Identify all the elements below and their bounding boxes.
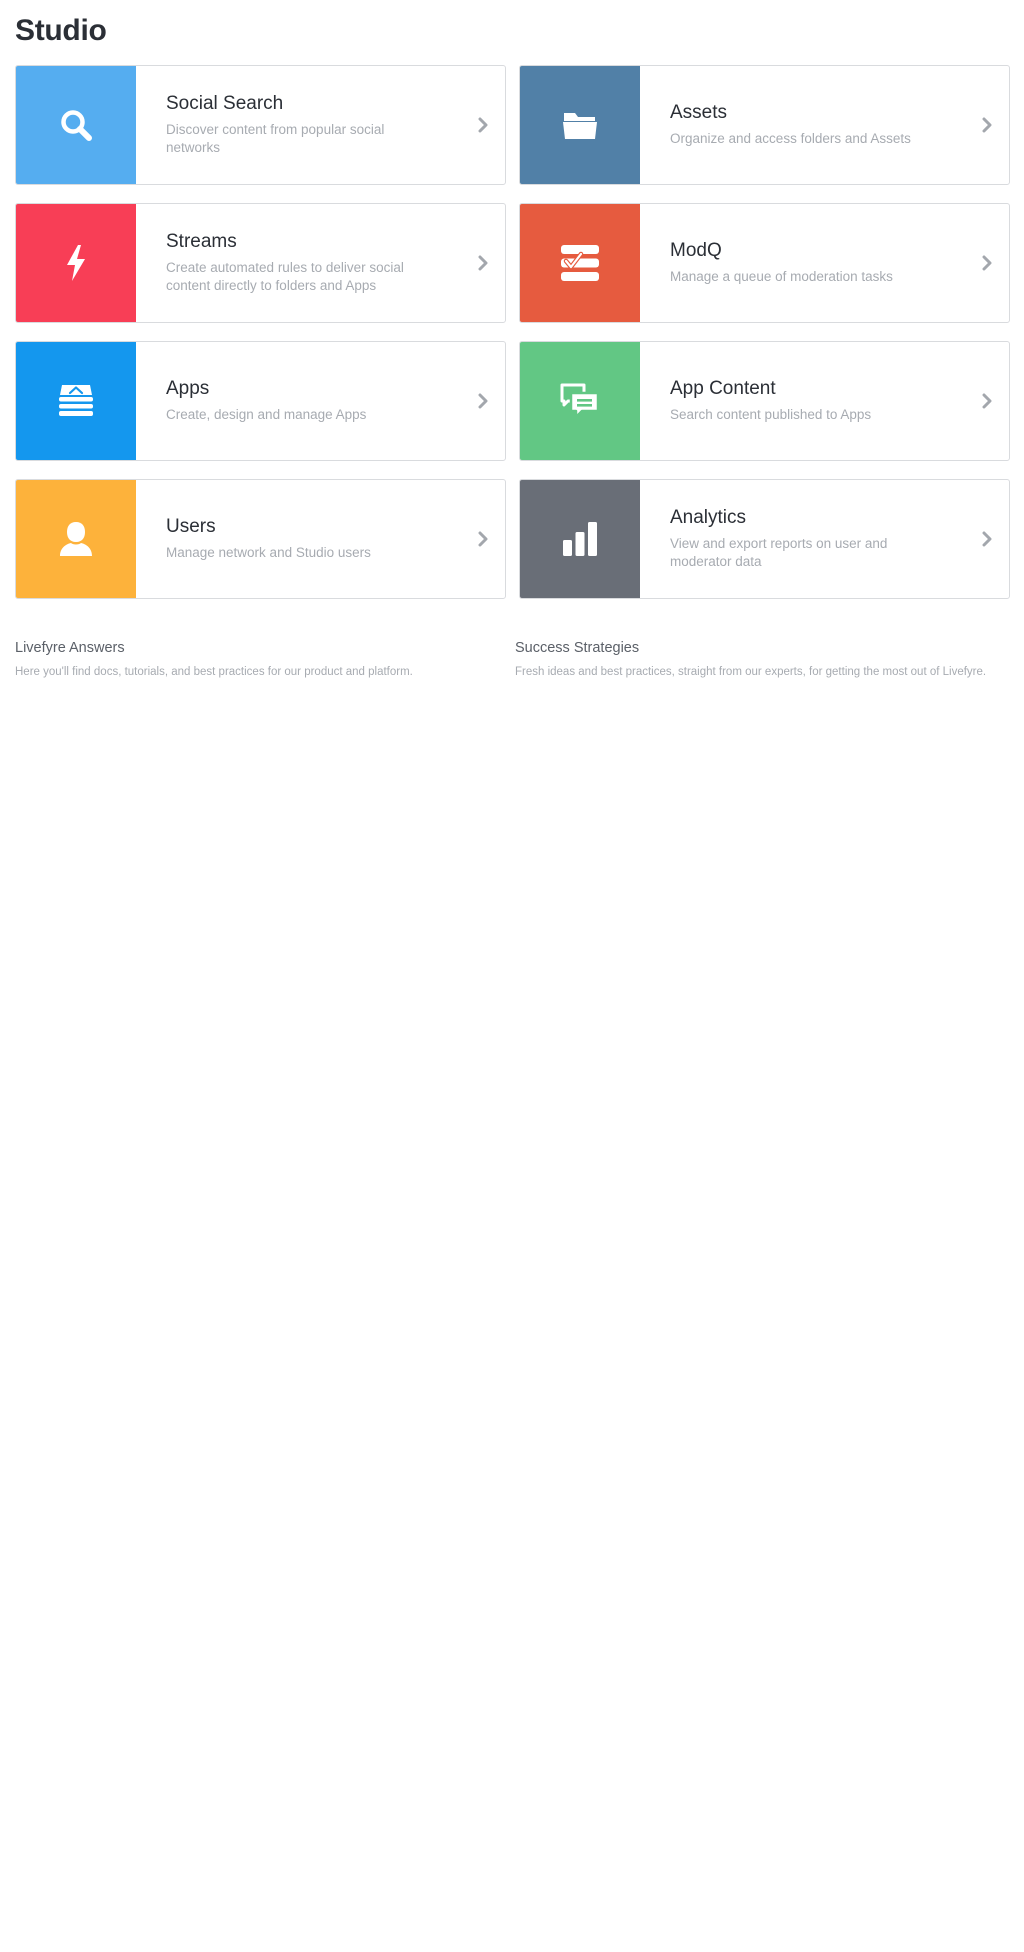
card-body: Users Manage network and Studio users: [136, 480, 461, 598]
card-description: Create, design and manage Apps: [166, 407, 367, 422]
card-icon-tile: [16, 480, 136, 598]
resource-description: Here you'll find docs, tutorials, and be…: [15, 666, 413, 678]
card-body: Assets Organize and access folders and A…: [640, 66, 965, 184]
chevron-right-icon: [461, 480, 505, 598]
card-social-search[interactable]: Social Search Discover content from popu…: [15, 65, 506, 185]
resource-description: Fresh ideas and best practices, straight…: [515, 666, 987, 678]
card-users[interactable]: Users Manage network and Studio users: [15, 479, 506, 599]
card-body: App Content Search content published to …: [640, 342, 965, 460]
card-description: Discover content from popular social net…: [166, 122, 385, 155]
app-stack-icon: [59, 385, 93, 416]
card-icon-tile: [520, 66, 640, 184]
card-description: Manage a queue of moderation tasks: [670, 269, 893, 284]
card-icon-tile: [16, 66, 136, 184]
card-icon-tile: [16, 342, 136, 460]
card-title: Apps: [166, 378, 210, 399]
bar-chart-icon: [563, 522, 597, 556]
card-description: Create automated rules to deliver social…: [166, 260, 404, 293]
chat-bubbles-icon: [560, 383, 600, 419]
resource-title: Livefyre Answers: [15, 640, 125, 656]
card-body: Analytics View and export reports on use…: [640, 480, 965, 598]
resource-title: Success Strategies: [515, 640, 640, 656]
resources-section: Livefyre Answers Here you'll find docs, …: [15, 640, 1010, 681]
card-body: Apps Create, design and manage Apps: [136, 342, 461, 460]
card-assets[interactable]: Assets Organize and access folders and A…: [519, 65, 1010, 185]
checklist-icon: [561, 245, 599, 281]
card-body: Streams Create automated rules to delive…: [136, 204, 461, 322]
card-description: Organize and access folders and Assets: [670, 131, 911, 146]
card-icon-tile: [520, 342, 640, 460]
card-body: Social Search Discover content from popu…: [136, 66, 461, 184]
chevron-right-icon: [461, 342, 505, 460]
resource-success-strategies[interactable]: Success Strategies Fresh ideas and best …: [515, 640, 1010, 681]
card-icon-tile: [520, 204, 640, 322]
chevron-right-icon: [461, 66, 505, 184]
user-icon: [60, 522, 92, 556]
lightning-icon: [67, 245, 85, 281]
chevron-right-icon: [965, 480, 1009, 598]
folder-icon: [563, 113, 597, 139]
tool-card-grid: Social Search Discover content from popu…: [15, 65, 1010, 599]
card-modq[interactable]: ModQ Manage a queue of moderation tasks: [519, 203, 1010, 323]
card-description: Manage network and Studio users: [166, 545, 371, 560]
card-title: ModQ: [670, 240, 722, 261]
card-apps[interactable]: Apps Create, design and manage Apps: [15, 341, 506, 461]
chevron-right-icon: [965, 204, 1009, 322]
studio-page: Studio Social Search Discover content fr…: [0, 0, 1024, 1952]
card-streams[interactable]: Streams Create automated rules to delive…: [15, 203, 506, 323]
page-title: Studio: [15, 14, 107, 47]
chevron-right-icon: [965, 342, 1009, 460]
card-analytics[interactable]: Analytics View and export reports on use…: [519, 479, 1010, 599]
card-body: ModQ Manage a queue of moderation tasks: [640, 204, 965, 322]
card-description: View and export reports on user and mode…: [670, 536, 888, 569]
chevron-right-icon: [461, 204, 505, 322]
card-title: Social Search: [166, 93, 284, 114]
card-title: Analytics: [670, 507, 747, 528]
card-title: Streams: [166, 231, 237, 252]
card-icon-tile: [520, 480, 640, 598]
resource-livefyre-answers[interactable]: Livefyre Answers Here you'll find docs, …: [15, 640, 515, 681]
search-icon: [61, 110, 92, 141]
card-title: Assets: [670, 102, 728, 123]
card-title: Users: [166, 516, 216, 537]
card-description: Search content published to Apps: [670, 407, 872, 422]
chevron-right-icon: [965, 66, 1009, 184]
card-title: App Content: [670, 378, 776, 399]
card-app-content[interactable]: App Content Search content published to …: [519, 341, 1010, 461]
card-icon-tile: [16, 204, 136, 322]
